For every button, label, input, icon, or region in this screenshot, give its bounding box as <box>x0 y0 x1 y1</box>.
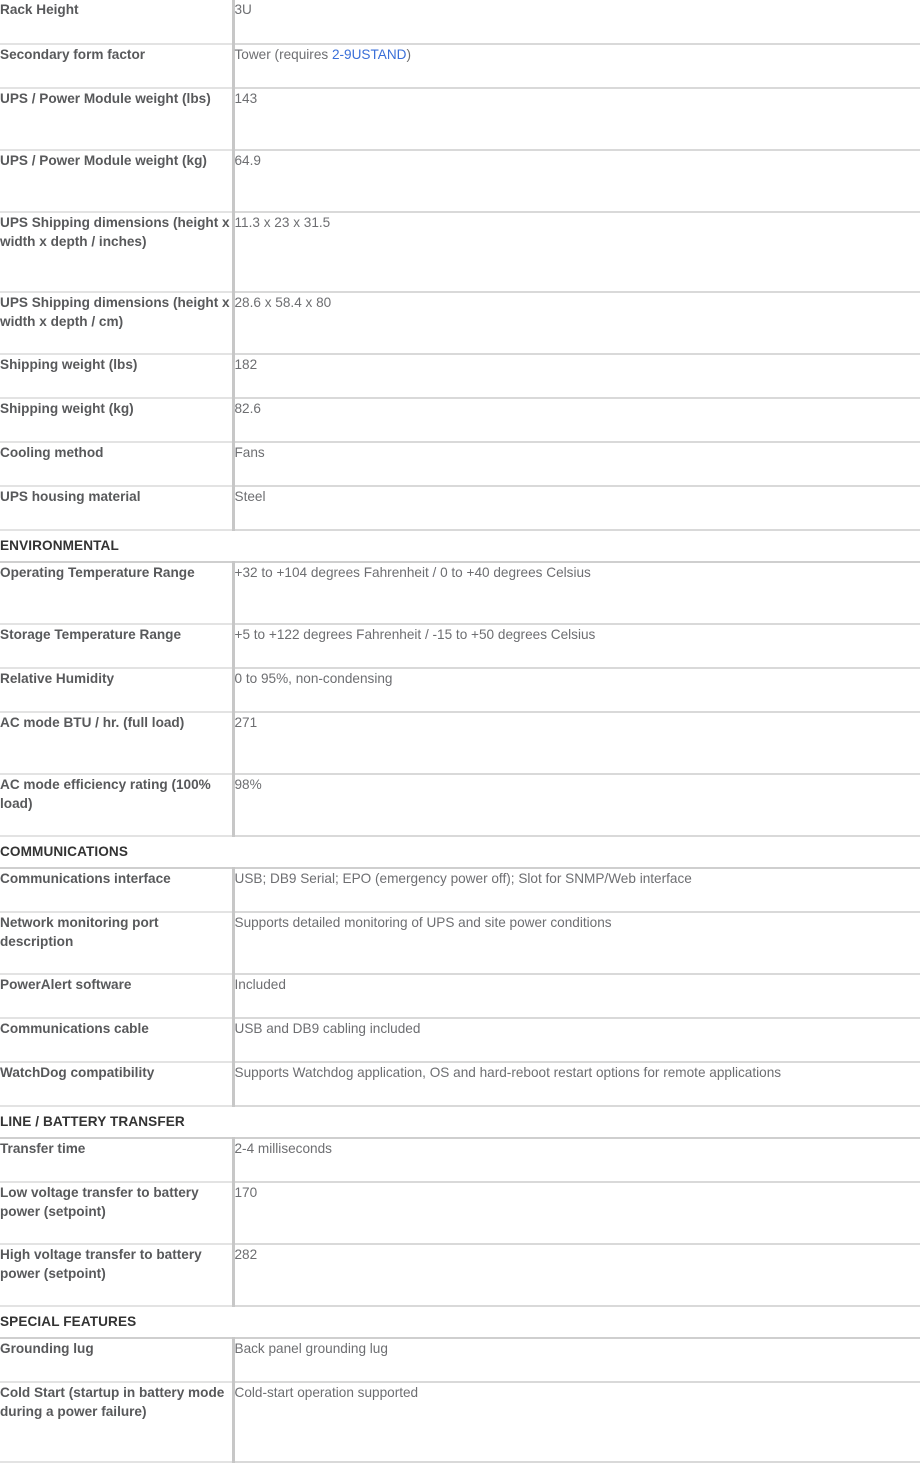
spec-row: UPS / Power Module weight (lbs) 143 <box>0 88 920 151</box>
spec-row: Communications interface USB; DB9 Serial;… <box>0 868 920 913</box>
spec-label: UPS / Power Module weight (lbs) <box>0 88 235 151</box>
spec-value: Tower (requires 2-9USTAND) <box>233 44 920 89</box>
spec-row: WatchDog compatibility Supports Watchdog … <box>0 1062 920 1107</box>
spec-label: PowerAlert software <box>0 974 235 1019</box>
spec-value: +32 to +104 degrees Fahrenheit / 0 to +4… <box>233 562 920 625</box>
spec-label: Shipping weight (lbs) <box>0 354 235 399</box>
spec-section-header-row: ENVIRONMENTAL <box>0 530 920 563</box>
spec-value: Supports detailed monitoring of UPS and … <box>233 912 920 975</box>
spec-value: Cold-start operation supported <box>233 1382 920 1463</box>
spec-value: 271 <box>233 712 920 775</box>
spec-label: UPS Shipping dimensions (height x width … <box>0 292 235 355</box>
spec-label: Storage Temperature Range <box>0 624 235 669</box>
spec-row: Storage Temperature Range +5 to +122 degr… <box>0 624 920 669</box>
spec-row: UPS Shipping dimensions (height x width … <box>0 212 920 293</box>
spec-row: Shipping weight (kg) 82.6 <box>0 398 920 443</box>
spec-row: Secondary form factor Tower (requires 2-9… <box>0 44 920 89</box>
spec-value: Steel <box>233 486 920 531</box>
spec-section-title: COMMUNICATIONS <box>0 836 920 869</box>
spec-value: USB; DB9 Serial; EPO (emergency power of… <box>233 868 920 913</box>
spec-row: Transfer time 2-4 milliseconds <box>0 1138 920 1183</box>
spec-label: UPS / Power Module weight (kg) <box>0 150 235 213</box>
spec-section-title: SPECIAL FEATURES <box>0 1306 920 1339</box>
spec-row: Cooling method Fans <box>0 442 920 487</box>
spec-value: Back panel grounding lug <box>233 1338 920 1383</box>
spec-label: Rack Height <box>0 0 235 45</box>
spec-label: Transfer time <box>0 1138 235 1183</box>
spec-label: Relative Humidity <box>0 668 235 713</box>
spec-value-text: Tower (requires <box>234 47 332 62</box>
spec-row: UPS Shipping dimensions (height x width … <box>0 292 920 355</box>
spec-label: Low voltage transfer to battery power (s… <box>0 1182 235 1245</box>
spec-section-header-row: SPECIAL FEATURES <box>0 1306 920 1339</box>
spec-value: 28.6 x 58.4 x 80 <box>233 292 920 355</box>
spec-value: 98% <box>233 774 920 837</box>
spec-value: Included <box>233 974 920 1019</box>
spec-row: Grounding lug Back panel grounding lug <box>0 1338 920 1383</box>
spec-label: UPS Shipping dimensions (height x width … <box>0 212 235 293</box>
spec-value: 143 <box>233 88 920 151</box>
spec-row: Cold Start (startup in battery mode duri… <box>0 1382 920 1463</box>
spec-label: Cooling method <box>0 442 235 487</box>
spec-row: High voltage transfer to battery power (… <box>0 1244 920 1307</box>
specifications-table: Rack Height 3U Secondary form factor Tower … <box>0 0 920 1463</box>
spec-value: USB and DB9 cabling included <box>233 1018 920 1063</box>
spec-row: Shipping weight (lbs) 182 <box>0 354 920 399</box>
spec-value-link[interactable]: 2-9USTAND <box>332 47 407 62</box>
spec-value: 82.6 <box>233 398 920 443</box>
spec-label: WatchDog compatibility <box>0 1062 235 1107</box>
spec-value: Fans <box>233 442 920 487</box>
spec-row: PowerAlert software Included <box>0 974 920 1019</box>
spec-value: 2-4 milliseconds <box>233 1138 920 1183</box>
spec-value: 282 <box>233 1244 920 1307</box>
spec-label: Communications interface <box>0 868 235 913</box>
specifications-table-body: Rack Height 3U Secondary form factor Tower … <box>0 0 920 1463</box>
spec-value: 64.9 <box>233 150 920 213</box>
spec-label: AC mode BTU / hr. (full load) <box>0 712 235 775</box>
spec-label: Shipping weight (kg) <box>0 398 235 443</box>
spec-label: Operating Temperature Range <box>0 562 235 625</box>
spec-row: Network monitoring port description Suppo… <box>0 912 920 975</box>
spec-label: UPS housing material <box>0 486 235 531</box>
spec-row: Relative Humidity 0 to 95%, non-condensin… <box>0 668 920 713</box>
spec-label: Secondary form factor <box>0 44 235 89</box>
spec-row: Low voltage transfer to battery power (s… <box>0 1182 920 1245</box>
spec-value: 170 <box>233 1182 920 1245</box>
spec-section-header-row: LINE / BATTERY TRANSFER <box>0 1106 920 1139</box>
spec-value-text-suffix: ) <box>406 47 412 62</box>
spec-row: UPS housing material Steel <box>0 486 920 531</box>
spec-value: 11.3 x 23 x 31.5 <box>233 212 920 293</box>
spec-row: Communications cable USB and DB9 cabling … <box>0 1018 920 1063</box>
spec-section-title: LINE / BATTERY TRANSFER <box>0 1106 920 1139</box>
spec-value: 0 to 95%, non-condensing <box>233 668 920 713</box>
spec-row: UPS / Power Module weight (kg) 64.9 <box>0 150 920 213</box>
spec-section-header-row: COMMUNICATIONS <box>0 836 920 869</box>
spec-label: Network monitoring port description <box>0 912 235 975</box>
spec-value: +5 to +122 degrees Fahrenheit / -15 to +… <box>233 624 920 669</box>
spec-value: 182 <box>233 354 920 399</box>
spec-row: AC mode BTU / hr. (full load) 271 <box>0 712 920 775</box>
spec-section-title: ENVIRONMENTAL <box>0 530 920 563</box>
spec-label: Communications cable <box>0 1018 235 1063</box>
spec-row: Rack Height 3U <box>0 0 920 45</box>
spec-label: AC mode efficiency rating (100% load) <box>0 774 235 837</box>
spec-row: Operating Temperature Range +32 to +104 d… <box>0 562 920 625</box>
spec-row: AC mode efficiency rating (100% load) 98% <box>0 774 920 837</box>
spec-label: Cold Start (startup in battery mode duri… <box>0 1382 235 1463</box>
spec-value: Supports Watchdog application, OS and ha… <box>233 1062 920 1107</box>
spec-label: Grounding lug <box>0 1338 235 1383</box>
spec-value: 3U <box>233 0 920 45</box>
spec-label: High voltage transfer to battery power (… <box>0 1244 235 1307</box>
